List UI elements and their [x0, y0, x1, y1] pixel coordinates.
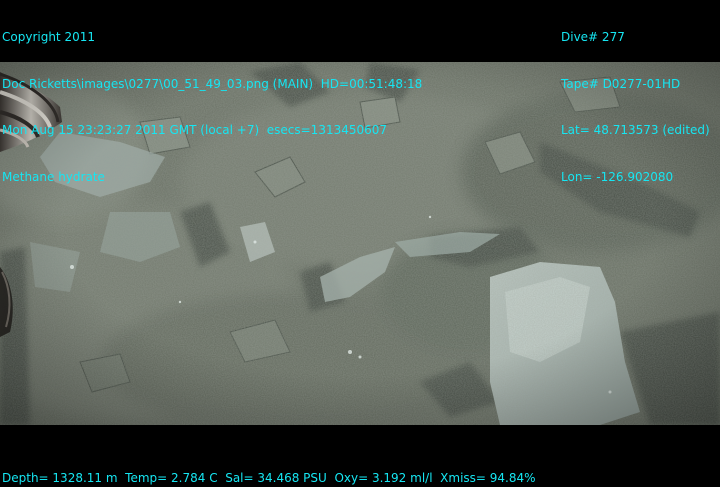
timestamp-text: Mon Aug 15 23:23:27 2011 GMT (local +7) … — [2, 123, 388, 137]
overlay-right-block: Dive# 277 Tape# D0277-01HD Lat= 48.71357… — [561, 0, 710, 201]
image-path-text: Doc Ricketts\images\0277\00_51_49_03.png… — [2, 76, 423, 91]
overlay-left-block: Copyright 2011 Doc Ricketts\images\0277\… — [2, 0, 422, 201]
subject-label: Methane hydrate — [2, 169, 105, 184]
copyright-text: Copyright 2011 — [2, 30, 95, 44]
latitude-text: Lat= 48.713573 (edited) — [561, 123, 710, 137]
dive-number-text: Dive# 277 — [561, 30, 625, 44]
longitude-text: Lon= -126.902080 — [561, 169, 674, 184]
sensor-readout-text: Depth= 1328.11 m Temp= 2.784 C Sal= 34.4… — [2, 471, 536, 485]
tape-number-text: Tape# D0277-01HD — [561, 76, 681, 91]
